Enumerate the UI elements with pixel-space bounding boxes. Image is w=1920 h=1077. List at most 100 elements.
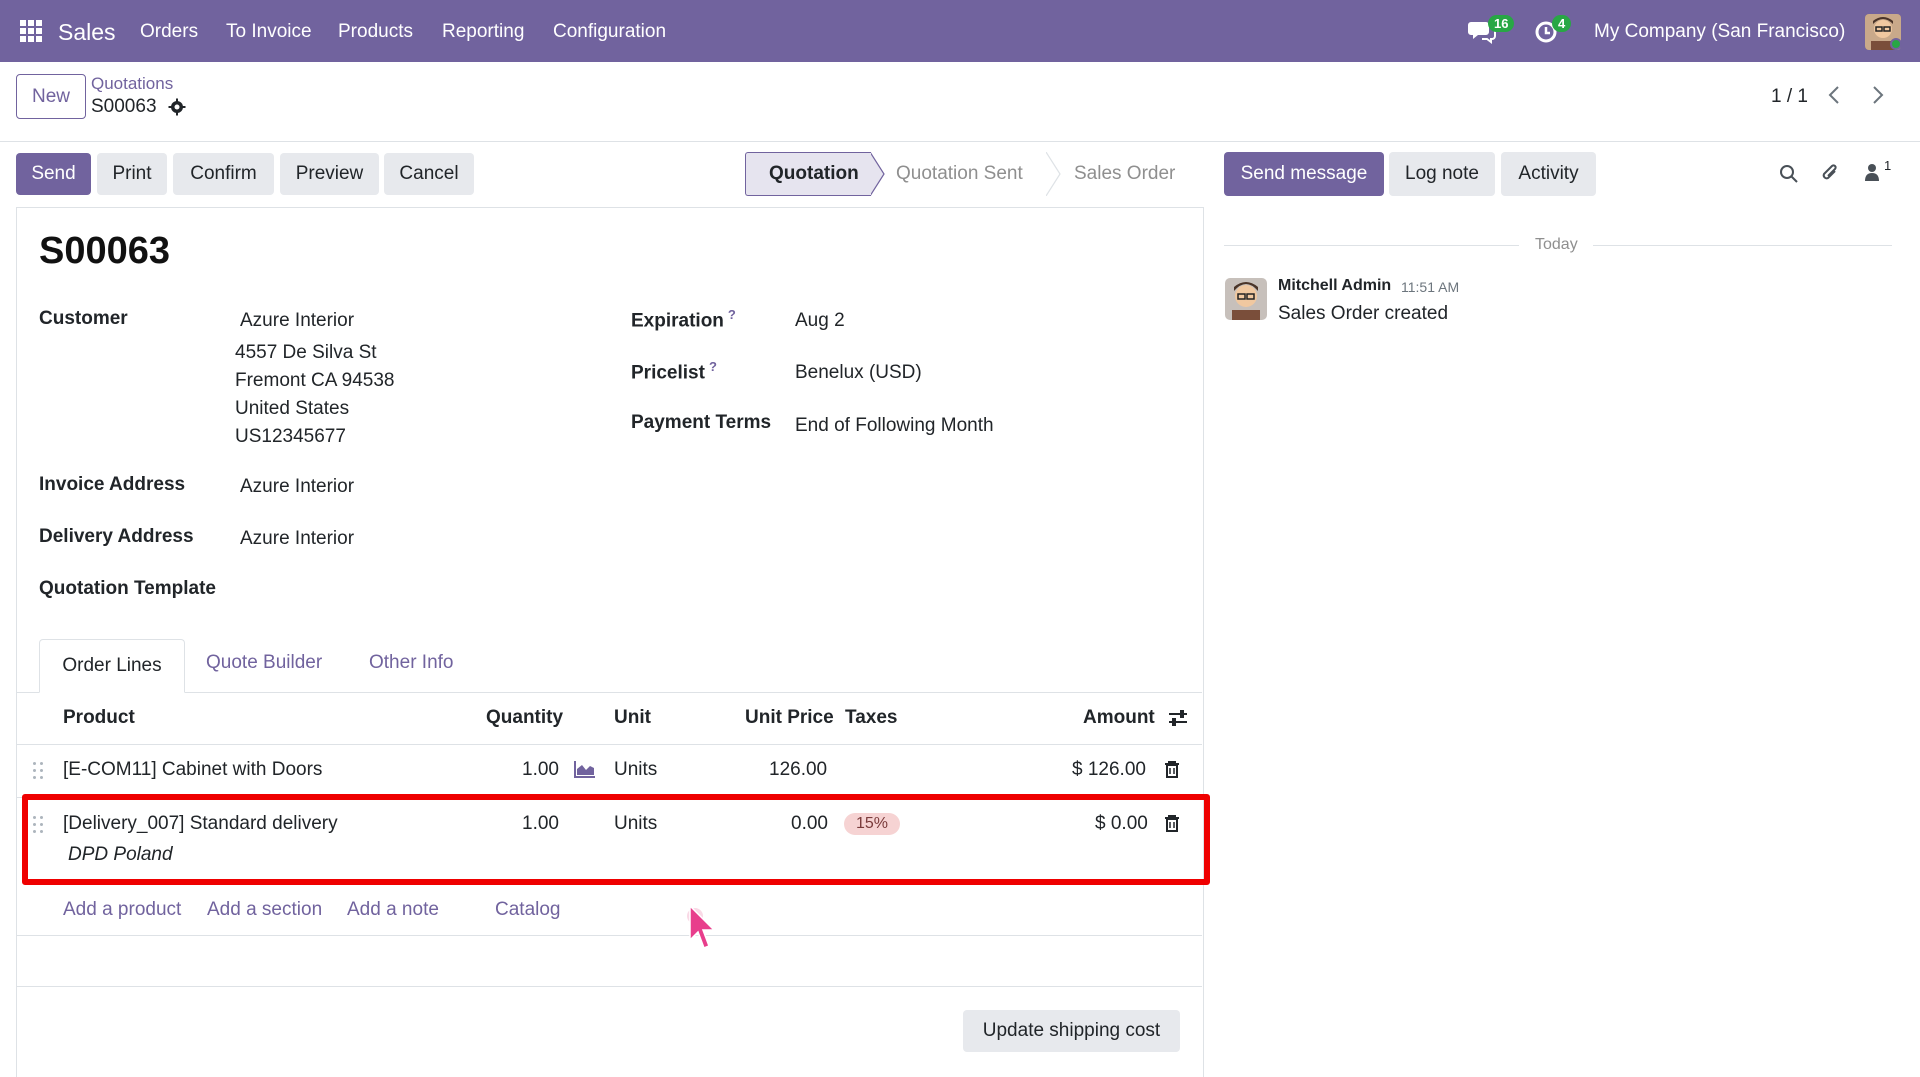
app-name[interactable]: Sales <box>58 19 116 46</box>
followers-button[interactable]: 1 <box>1864 158 1891 188</box>
pricelist-field[interactable]: Benelux (USD) <box>795 362 922 384</box>
delivery-address-field[interactable]: Azure Interior <box>240 528 354 550</box>
invoice-address-field[interactable]: Azure Interior <box>240 476 354 498</box>
expiration-label: Expiration? <box>631 307 736 332</box>
add-note-link[interactable]: Add a note <box>347 899 439 921</box>
row-unit-price[interactable]: 126.00 <box>769 759 827 781</box>
column-header-product[interactable]: Product <box>63 707 135 729</box>
menu-products[interactable]: Products <box>338 21 413 43</box>
stage-quotation-sent[interactable]: Quotation Sent <box>886 152 1046 196</box>
customer-address-line: United States <box>235 398 350 419</box>
pager-value[interactable]: 1 / 1 <box>1771 86 1808 108</box>
column-header-taxes[interactable]: Taxes <box>845 707 897 729</box>
pricelist-label: Pricelist? <box>631 359 717 384</box>
expiration-label-text: Expiration <box>631 310 724 332</box>
update-shipping-cost-button[interactable]: Update shipping cost <box>963 1010 1180 1052</box>
company-switcher[interactable]: My Company (San Francisco) <box>1594 21 1845 43</box>
chevron-right-icon[interactable] <box>1870 84 1886 112</box>
followers-count: 1 <box>1884 158 1892 173</box>
order-title: S00063 <box>39 230 171 272</box>
activities-button[interactable]: 4 <box>1534 15 1572 50</box>
menu-orders[interactable]: Orders <box>140 21 198 43</box>
customer-field[interactable]: Azure Interior <box>240 310 354 332</box>
menu-configuration[interactable]: Configuration <box>553 21 666 43</box>
column-header-unit-price[interactable]: Unit Price <box>745 707 834 729</box>
preview-button[interactable]: Preview <box>280 153 379 195</box>
stage-quotation-sent-label: Quotation Sent <box>896 163 1023 184</box>
chevron-left-icon[interactable] <box>1826 84 1842 112</box>
send-button[interactable]: Send <box>16 153 91 195</box>
customer-label: Customer <box>39 308 128 329</box>
column-header-amount[interactable]: Amount <box>1083 707 1155 729</box>
message-author[interactable]: Mitchell Admin <box>1278 277 1391 295</box>
tab-other-info[interactable]: Other Info <box>369 652 454 674</box>
stage-sales-order[interactable]: Sales Order <box>1062 152 1207 196</box>
stage-quotation[interactable]: Quotation <box>745 152 871 196</box>
invoice-address-label: Invoice Address <box>39 474 186 495</box>
stage-sales-order-label: Sales Order <box>1074 163 1176 184</box>
table-bottom-divider <box>16 935 1202 936</box>
highlight-box <box>22 794 1210 885</box>
column-header-unit[interactable]: Unit <box>614 707 651 729</box>
row-quantity[interactable]: 1.00 <box>522 759 559 781</box>
gear-icon[interactable] <box>168 98 186 122</box>
message-author-avatar[interactable] <box>1225 278 1267 320</box>
menu-to-invoice[interactable]: To Invoice <box>226 21 312 43</box>
new-button[interactable]: New <box>16 74 86 119</box>
catalog-link[interactable]: Catalog <box>495 899 561 921</box>
expiration-field[interactable]: Aug 2 <box>795 310 845 332</box>
menu-reporting[interactable]: Reporting <box>442 21 524 43</box>
help-tooltip-icon[interactable]: ? <box>728 307 736 322</box>
tab-quote-builder[interactable]: Quote Builder <box>206 652 322 674</box>
send-message-button[interactable]: Send message <box>1224 152 1384 196</box>
drag-handle-icon[interactable] <box>33 762 45 780</box>
cancel-button[interactable]: Cancel <box>384 153 474 195</box>
paperclip-icon[interactable] <box>1820 162 1840 190</box>
stage-arrow-active <box>870 152 885 196</box>
breadcrumb-current: S00063 <box>91 96 157 117</box>
tabs-divider <box>16 692 1202 693</box>
online-status-dot <box>1890 38 1902 50</box>
stage-arrow <box>1046 152 1061 196</box>
message-body: Sales Order created <box>1278 303 1449 324</box>
sliders-icon <box>1169 710 1187 726</box>
row-unit[interactable]: Units <box>614 759 657 781</box>
column-header-quantity[interactable]: Quantity <box>486 707 563 729</box>
quotation-template-label: Quotation Template <box>39 578 216 599</box>
add-product-link[interactable]: Add a product <box>63 899 181 921</box>
tab-order-lines[interactable]: Order Lines <box>39 639 185 693</box>
date-divider-line <box>1593 245 1892 246</box>
print-button[interactable]: Print <box>97 153 167 195</box>
customer-address-line: Fremont CA 94538 <box>235 370 395 391</box>
payment-terms-field[interactable]: End of Following Month <box>795 415 994 437</box>
person-icon <box>1865 164 1879 181</box>
apps-menu-icon[interactable] <box>20 20 42 42</box>
add-section-link[interactable]: Add a section <box>207 899 322 921</box>
row-amount: $ 126.00 <box>1072 759 1146 780</box>
forecast-chart-icon[interactable] <box>574 760 596 784</box>
activity-button[interactable]: Activity <box>1501 152 1596 196</box>
section-divider <box>16 986 1202 987</box>
date-separator: Today <box>1535 236 1578 253</box>
search-icon[interactable] <box>1779 164 1799 190</box>
optional-columns-toggle[interactable] <box>1168 708 1188 734</box>
trash-icon[interactable] <box>1164 760 1180 784</box>
date-divider-line <box>1224 245 1519 246</box>
customer-vat: US12345677 <box>235 426 346 447</box>
top-navbar: Sales Orders To Invoice Products Reporti… <box>0 0 1920 62</box>
table-header-divider <box>16 744 1202 745</box>
help-tooltip-icon[interactable]: ? <box>709 359 717 374</box>
customer-address-line: 4557 De Silva St <box>235 342 377 363</box>
statusbar: Quotation Quotation Sent Sales Order <box>745 152 1207 196</box>
messages-badge: 16 <box>1488 15 1515 32</box>
log-note-button[interactable]: Log note <box>1389 152 1495 196</box>
message-time: 11:51 AM <box>1401 279 1460 295</box>
mouse-cursor-icon <box>687 900 721 960</box>
row-product[interactable]: [E-COM11] Cabinet with Doors <box>63 759 322 781</box>
messaging-button[interactable]: 16 <box>1468 15 1515 50</box>
confirm-button[interactable]: Confirm <box>173 153 274 195</box>
stage-quotation-label: Quotation <box>769 163 859 184</box>
breadcrumb-quotations[interactable]: Quotations <box>91 74 173 94</box>
payment-terms-label: Payment Terms <box>631 412 772 433</box>
form-sheet <box>16 207 1204 1077</box>
